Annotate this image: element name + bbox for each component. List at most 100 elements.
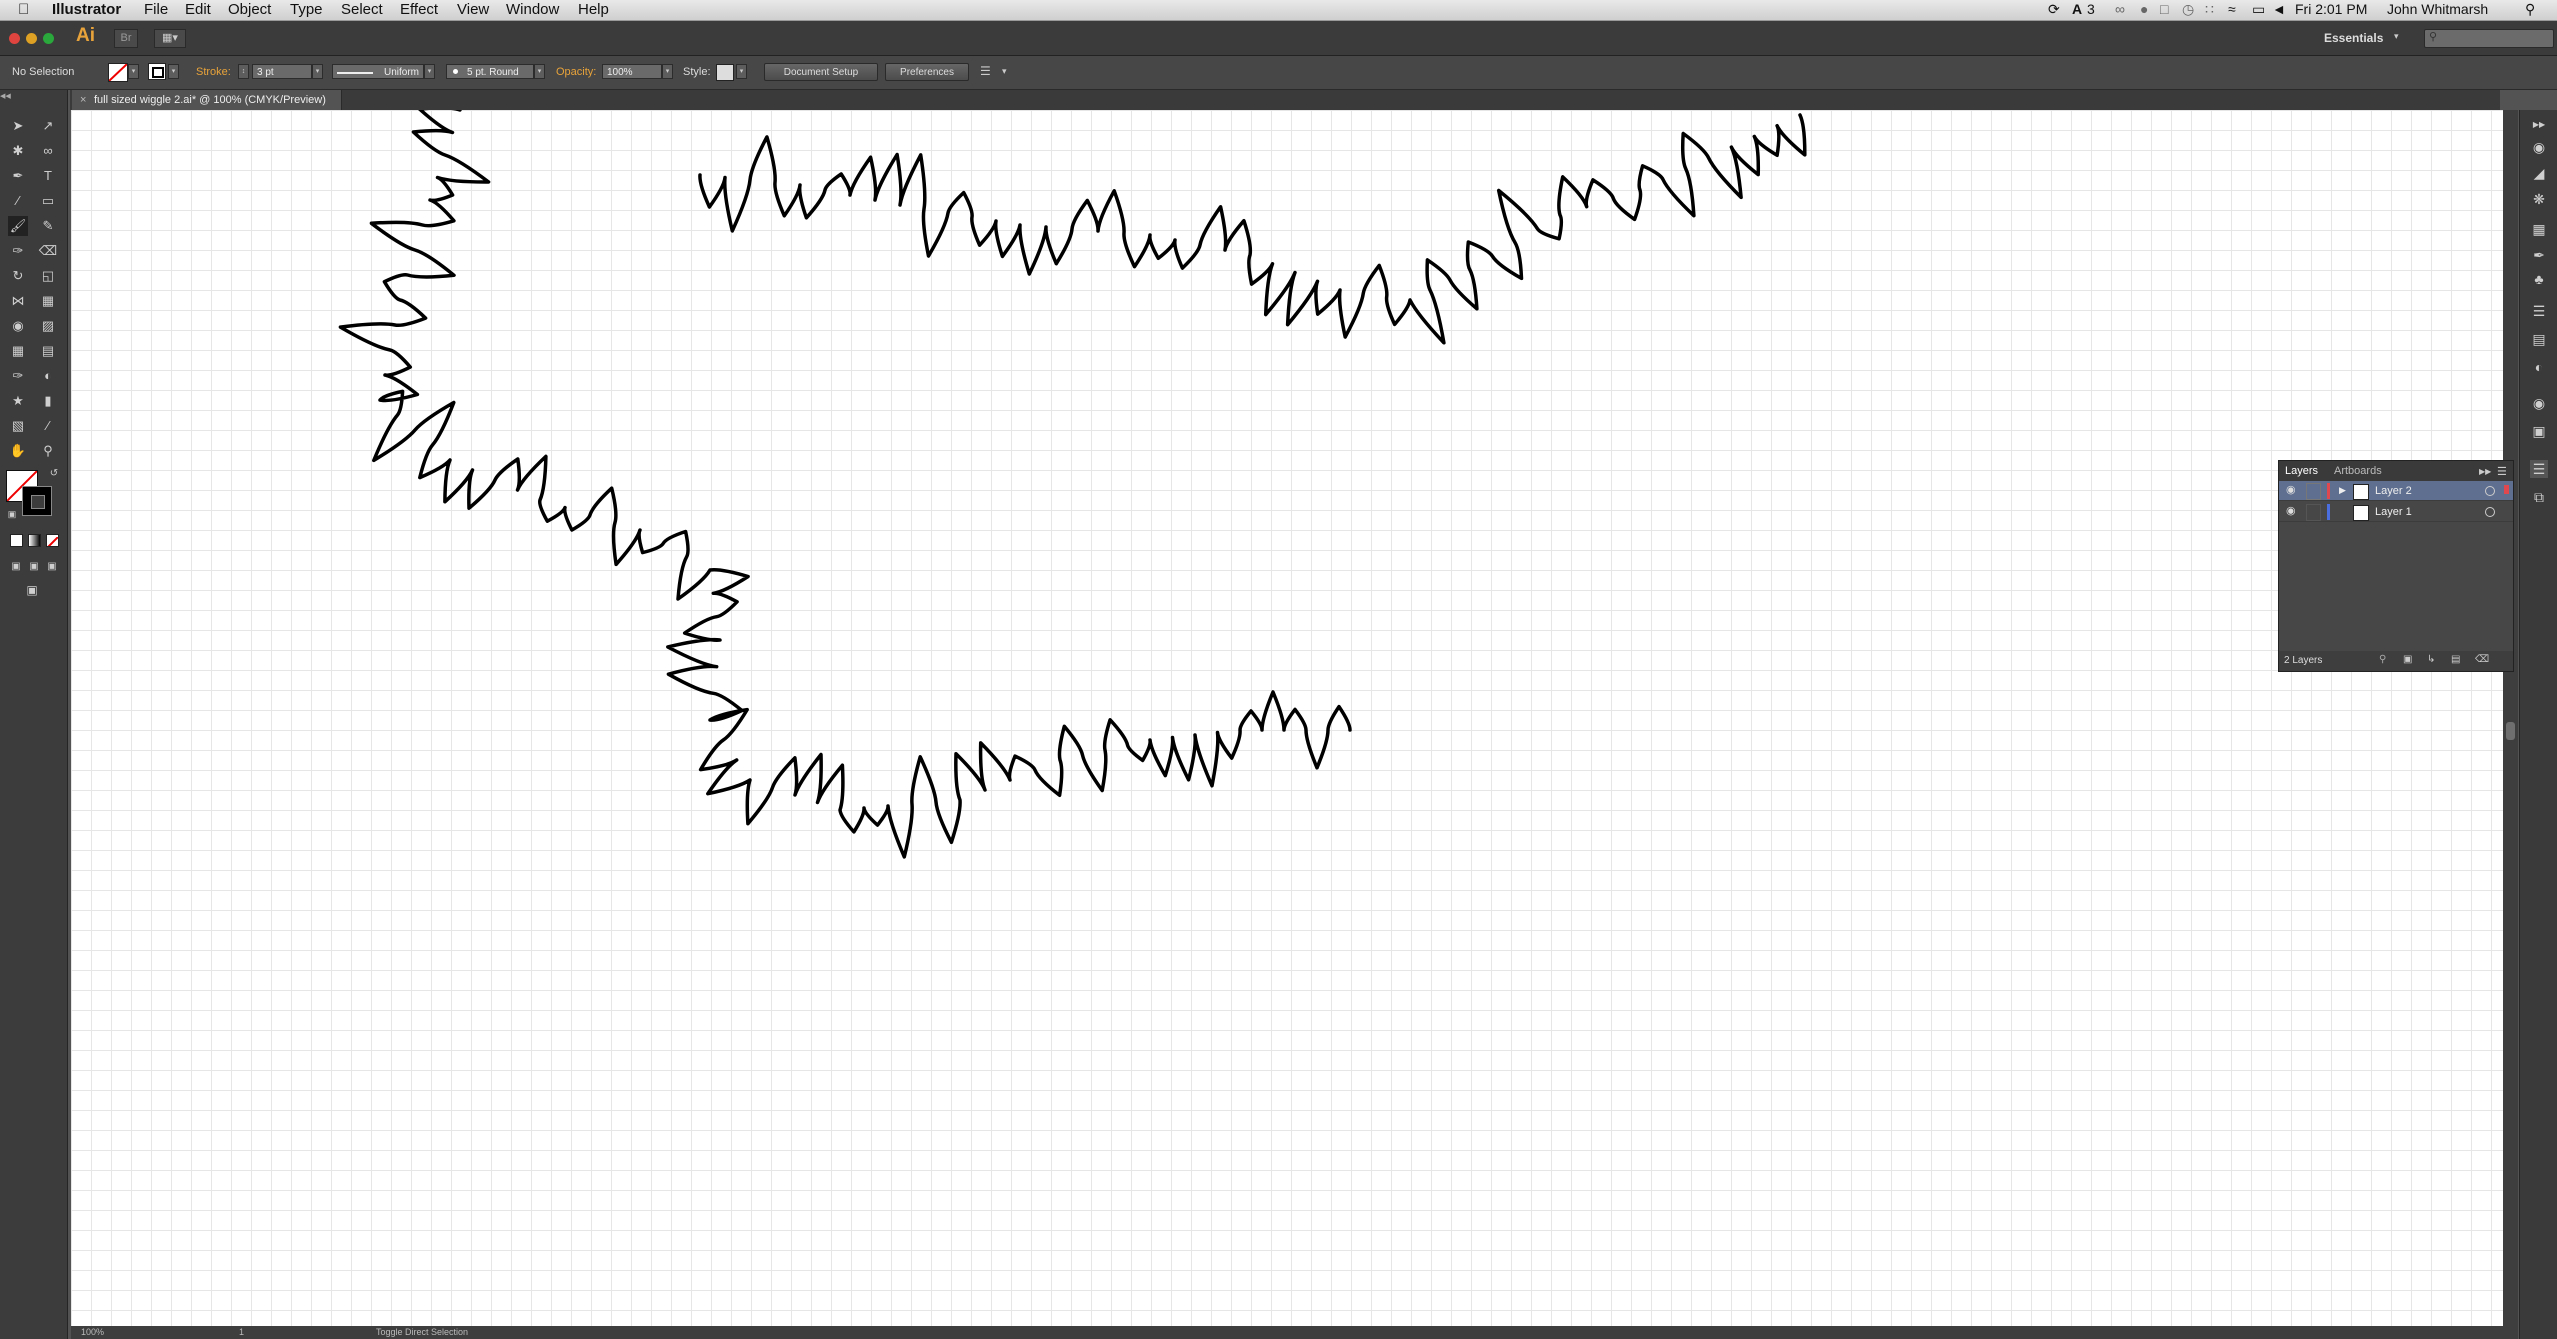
stroke-weight-dropdown[interactable]: ▾ (312, 64, 323, 79)
color-mode-icon[interactable] (10, 534, 23, 547)
spotlight-icon[interactable]: ⚲ (2525, 1, 2535, 18)
draw-behind-icon[interactable]: ▣ (24, 557, 44, 577)
help-search-input[interactable]: ⚲ (2424, 29, 2554, 48)
panel-menu-icon[interactable]: ☰ (2497, 465, 2507, 478)
menu-app-name[interactable]: Illustrator (52, 1, 121, 18)
collapse-panel-icon[interactable]: ▶▶ (2479, 467, 2491, 476)
zoom-tool-icon[interactable]: ⚲ (38, 441, 58, 461)
brush-dropdown[interactable]: ▾ (534, 64, 545, 79)
control-menu-dropdown-icon[interactable]: ▾ (1002, 66, 1007, 77)
menu-view[interactable]: View (457, 1, 489, 18)
direct-selection-tool-icon[interactable]: ↗ (38, 116, 58, 136)
opacity-label[interactable]: Opacity: (556, 66, 596, 78)
create-sublayer-icon[interactable]: ↳ (2427, 654, 2435, 665)
create-new-layer-icon[interactable]: ▤ (2451, 654, 2460, 665)
blend-tool-icon[interactable]: ◐ (38, 366, 58, 386)
volume-icon[interactable]: ◄ (2272, 1, 2286, 17)
draw-normal-icon[interactable]: ▣ (6, 557, 26, 577)
arrange-icon[interactable]: ☰ (980, 64, 991, 78)
line-tool-icon[interactable]: ⁄ (8, 191, 28, 211)
variable-width-profile[interactable]: Uniform (332, 64, 424, 79)
graphic-style-dropdown[interactable]: ▾ (736, 64, 747, 79)
menu-file[interactable]: File (144, 1, 168, 18)
symbol-sprayer-tool-icon[interactable]: ★ (8, 391, 28, 411)
opacity-dropdown[interactable]: ▾ (662, 64, 673, 79)
evernote-icon[interactable]: ● (2140, 1, 2148, 17)
menu-edit[interactable]: Edit (185, 1, 211, 18)
gradient-panel-icon[interactable]: ▤ (2530, 330, 2548, 348)
display-icon[interactable]: ▭ (2252, 1, 2265, 18)
none-mode-icon[interactable] (46, 534, 59, 547)
paintbrush-tool-icon[interactable]: 🖌 (8, 216, 28, 236)
target-circle-icon[interactable] (2485, 507, 2495, 517)
workspace-switcher[interactable]: Essentials (2324, 31, 2383, 45)
expand-layer-icon[interactable]: ▶ (2339, 485, 2346, 496)
lock-toggle[interactable] (2306, 504, 2321, 521)
screen-mode-icon[interactable]: ▣ (22, 580, 42, 600)
vertical-scrollbar[interactable] (2503, 110, 2518, 1326)
target-circle-icon[interactable] (2485, 486, 2495, 496)
visibility-eye-icon[interactable]: ◉ (2286, 483, 2296, 496)
layer-name[interactable]: Layer 2 (2375, 485, 2412, 497)
zoom-level[interactable]: 100% (81, 1327, 104, 1337)
symbols-panel-icon[interactable]: ♣ (2530, 270, 2548, 288)
eraser-tool-icon[interactable]: ⌫ (38, 241, 58, 261)
rotate-tool-icon[interactable]: ↻ (8, 266, 28, 286)
make-clipping-mask-icon[interactable]: ▣ (2403, 654, 2412, 665)
wiggle-path-upper[interactable] (698, 113, 1807, 345)
stroke-label[interactable]: Stroke: (196, 66, 231, 78)
menu-object[interactable]: Object (228, 1, 271, 18)
menubar-user[interactable]: John Whitmarsh (2387, 1, 2488, 17)
pencil-tool-icon[interactable]: ✎ (38, 216, 58, 236)
profile-dropdown[interactable]: ▾ (424, 64, 435, 79)
menu-select[interactable]: Select (341, 1, 383, 18)
artboard-tool-icon[interactable]: ▧ (8, 416, 28, 436)
adobe-icon[interactable]: A (2072, 1, 2082, 17)
column-graph-tool-icon[interactable]: ▮ (38, 391, 58, 411)
swatches-panel-icon[interactable]: ▦ (2530, 220, 2548, 238)
tab-artboards[interactable]: Artboards (2334, 465, 2382, 477)
stroke-color-dropdown[interactable]: ▾ (168, 64, 179, 79)
time-machine-icon[interactable]: ◷ (2182, 1, 2194, 18)
kuler-panel-icon[interactable]: ❋ (2530, 190, 2548, 208)
tools-collapse-icon[interactable]: ◀◀ (0, 92, 67, 100)
color-panel-icon[interactable]: ◉ (2530, 138, 2548, 156)
close-window-button[interactable] (9, 33, 20, 44)
document-setup-button[interactable]: Document Setup (764, 63, 878, 81)
shape-builder-tool-icon[interactable]: ◉ (8, 316, 28, 336)
menubar-clock[interactable]: Fri 2:01 PM (2295, 1, 2367, 17)
pen-tool-icon[interactable]: ✒ (8, 166, 28, 186)
lasso-tool-icon[interactable]: ∞ (38, 141, 58, 161)
tab-layers[interactable]: Layers (2285, 465, 2318, 477)
zoom-window-button[interactable] (43, 33, 54, 44)
perspective-grid-tool-icon[interactable]: ▨ (38, 316, 58, 336)
free-transform-tool-icon[interactable]: ▦ (38, 291, 58, 311)
status-tool-info[interactable]: Toggle Direct Selection (376, 1327, 468, 1337)
visibility-eye-icon[interactable]: ◉ (2286, 504, 2296, 517)
rectangle-tool-icon[interactable]: ▭ (38, 191, 58, 211)
stroke-color-box[interactable] (22, 486, 52, 516)
preferences-button[interactable]: Preferences (885, 63, 969, 81)
menu-help[interactable]: Help (578, 1, 609, 18)
layer-row-1[interactable]: ◉ Layer 1 (2279, 502, 2513, 522)
menu-window[interactable]: Window (506, 1, 559, 18)
lock-toggle[interactable] (2306, 483, 2321, 500)
close-tab-icon[interactable]: × (80, 90, 86, 110)
sync-icon[interactable]: ⟳ (2048, 1, 2060, 18)
artboard-number[interactable]: 1 (239, 1327, 244, 1337)
bluetooth-icon[interactable]: ∷ (2205, 1, 2214, 18)
menu-type[interactable]: Type (290, 1, 323, 18)
opacity-field[interactable]: 100% (602, 64, 662, 79)
type-tool-icon[interactable]: T (38, 166, 58, 186)
brush-definition[interactable]: 5 pt. Round (446, 64, 534, 79)
gradient-tool-icon[interactable]: ▤ (38, 341, 58, 361)
artboards-panel-icon[interactable]: ⧉ (2530, 488, 2548, 506)
graphic-styles-panel-icon[interactable]: ▣ (2530, 422, 2548, 440)
draw-inside-icon[interactable]: ▣ (42, 557, 62, 577)
gradient-mode-icon[interactable] (28, 534, 41, 547)
slice-tool-icon[interactable]: ∕ (38, 416, 58, 436)
stroke-swatch[interactable] (148, 63, 166, 80)
selection-tool-icon[interactable]: ➤ (8, 116, 28, 136)
layer-name[interactable]: Layer 1 (2375, 506, 2412, 518)
eyedropper-tool-icon[interactable]: ✑ (8, 366, 28, 386)
